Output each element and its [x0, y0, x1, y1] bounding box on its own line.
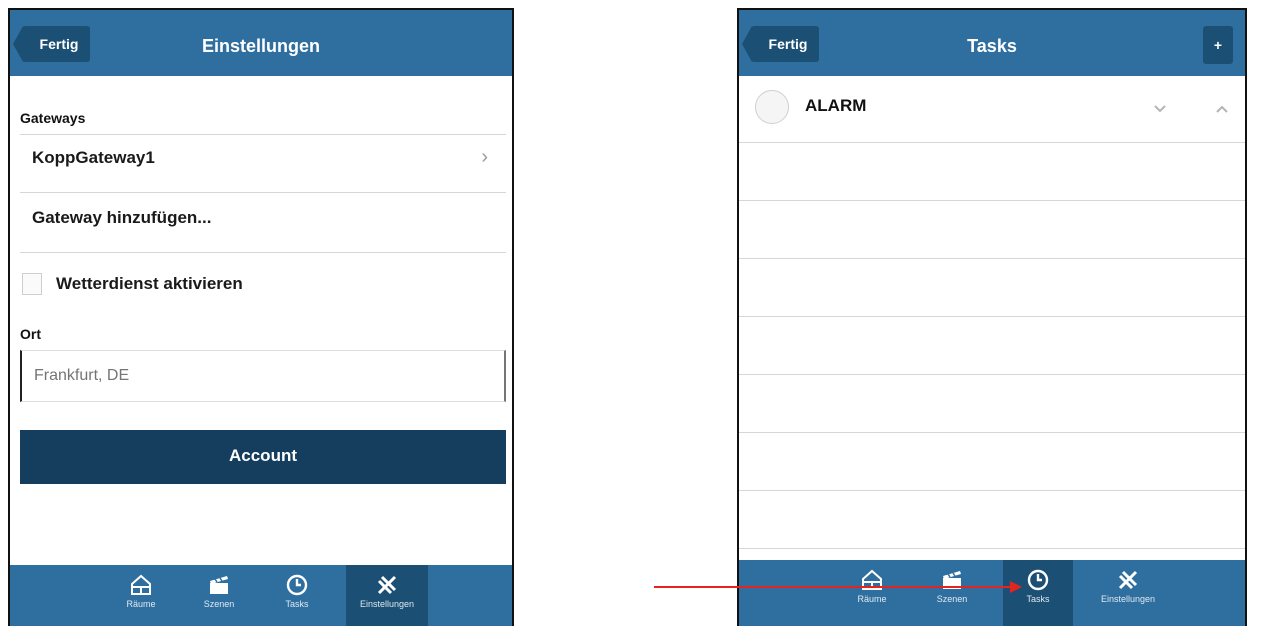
- clock-icon: [286, 574, 308, 596]
- tab-label: Tasks: [1026, 594, 1050, 604]
- tab-bar: Räume Szenen Tasks Einstellungen: [10, 565, 512, 626]
- account-button[interactable]: Account: [20, 430, 506, 484]
- house-icon: [862, 569, 882, 590]
- tab-einstellungen[interactable]: Einstellungen: [346, 565, 428, 626]
- tab-tasks[interactable]: Tasks: [1003, 560, 1073, 626]
- add-gateway-row[interactable]: Gateway hinzufügen...: [32, 208, 211, 228]
- done-button[interactable]: Fertig: [13, 26, 90, 62]
- add-task-button[interactable]: +: [1203, 26, 1233, 64]
- clapperboard-icon: [210, 576, 228, 594]
- tab-tasks[interactable]: Tasks: [268, 565, 326, 626]
- divider: [20, 192, 506, 193]
- divider: [739, 142, 1245, 143]
- weather-checkbox[interactable]: [22, 273, 42, 295]
- tab-szenen[interactable]: Szenen: [923, 560, 981, 626]
- done-button[interactable]: Fertig: [742, 26, 819, 62]
- location-input[interactable]: [20, 350, 506, 402]
- tab-label: Räume: [857, 594, 887, 604]
- tab-label: Szenen: [203, 599, 235, 609]
- divider: [739, 490, 1245, 491]
- divider: [739, 548, 1245, 549]
- chevron-right-icon: ›: [481, 146, 488, 168]
- gateways-section-label: Gateways: [20, 110, 86, 126]
- tab-bar: Räume Szenen Tasks Einstellungen: [739, 560, 1245, 626]
- settings-screen: Fertig Einstellungen Gateways KoppGatewa…: [8, 8, 514, 626]
- clapperboard-icon: [943, 571, 961, 589]
- gateway-name: KoppGateway1: [32, 148, 155, 167]
- tab-label: Einstellungen: [359, 599, 415, 609]
- tab-label: Szenen: [936, 594, 968, 604]
- wrench-icon: [377, 575, 397, 595]
- tab-raeume[interactable]: Räume: [112, 565, 170, 626]
- divider: [739, 200, 1245, 201]
- divider: [739, 258, 1245, 259]
- chevron-up-icon[interactable]: [1215, 104, 1229, 114]
- clock-icon: [1027, 569, 1049, 591]
- task-toggle[interactable]: [755, 90, 789, 124]
- divider: [739, 374, 1245, 375]
- divider: [20, 252, 506, 253]
- tasks-nav-bar: Fertig Tasks +: [739, 10, 1245, 76]
- location-label: Ort: [20, 326, 41, 342]
- wrench-icon: [1118, 570, 1138, 590]
- divider: [739, 432, 1245, 433]
- tab-einstellungen[interactable]: Einstellungen: [1083, 560, 1173, 626]
- annotation-arrow-head: [1010, 581, 1022, 593]
- weather-checkbox-label: Wetterdienst aktivieren: [56, 274, 243, 293]
- annotation-arrow-line: [654, 586, 1014, 588]
- tab-label: Räume: [126, 599, 156, 609]
- tab-label: Tasks: [285, 599, 309, 609]
- divider: [20, 134, 506, 135]
- tab-raeume[interactable]: Räume: [843, 560, 901, 626]
- tab-szenen[interactable]: Szenen: [190, 565, 248, 626]
- divider: [739, 316, 1245, 317]
- house-icon: [131, 574, 151, 595]
- task-name: ALARM: [805, 96, 867, 115]
- chevron-down-icon[interactable]: [1153, 104, 1167, 114]
- tasks-screen: Fertig Tasks + ALARM Räume Szenen Tasks …: [737, 8, 1247, 626]
- settings-nav-bar: Fertig Einstellungen: [10, 10, 512, 76]
- tab-label: Einstellungen: [1100, 594, 1156, 604]
